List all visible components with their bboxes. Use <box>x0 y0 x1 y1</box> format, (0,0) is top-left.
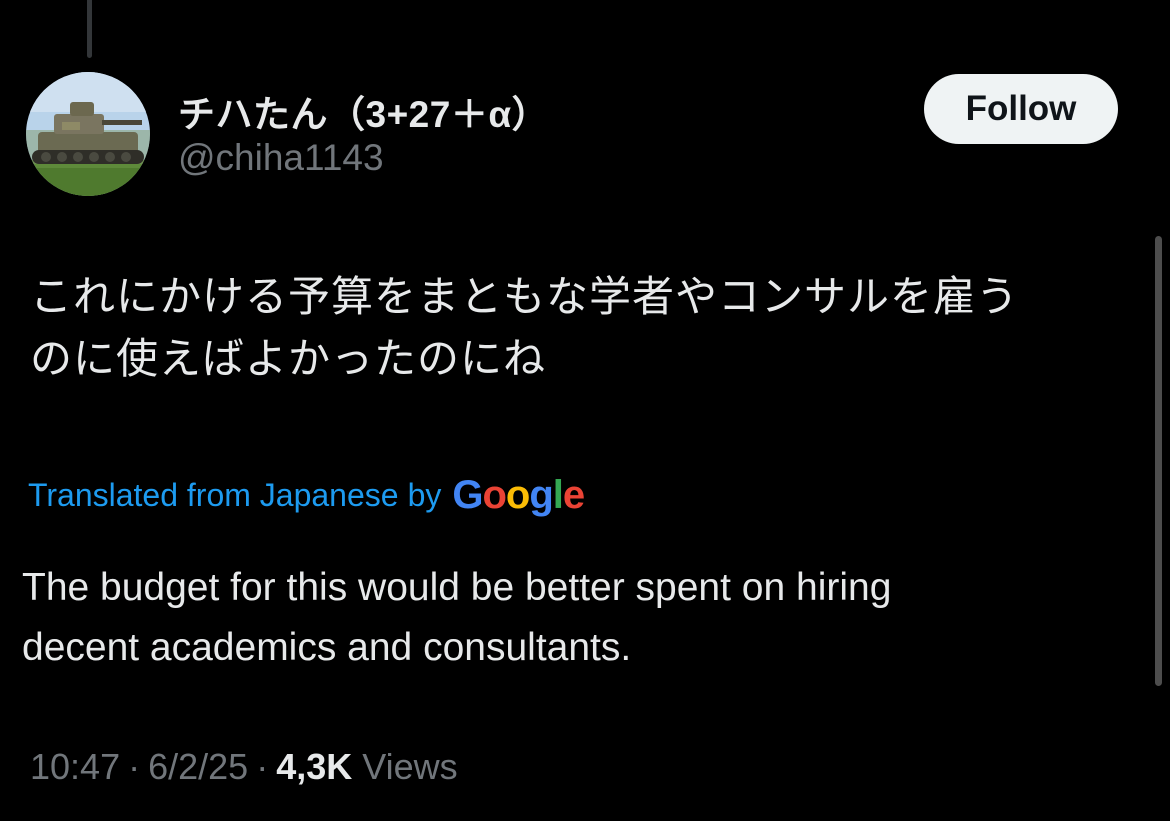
author-display-name[interactable]: チハたん（3+27＋α） <box>178 84 549 138</box>
google-logo-letter: e <box>562 472 585 517</box>
google-logo-letter: G <box>452 472 483 517</box>
google-logo-letter: o <box>482 472 506 517</box>
meta-separator: · <box>128 746 141 787</box>
tweet-date[interactable]: 6/2/25 <box>148 746 248 788</box>
google-logo-letter: o <box>505 472 530 517</box>
tweet-meta: 10:47 · 6/2/25 · 4,3K Views <box>30 740 458 794</box>
avatar[interactable] <box>26 72 150 196</box>
author-handle[interactable]: @chiha1143 <box>178 137 384 179</box>
translation-attribution: Translated from Japanese by Google <box>28 470 585 520</box>
google-logo-letter: l <box>552 472 564 517</box>
tweet-translation-line: The budget for this would be better spen… <box>22 566 892 609</box>
thread-connector-line <box>87 0 92 58</box>
meta-separator: · <box>256 746 269 787</box>
tweet-time[interactable]: 10:47 <box>30 746 120 788</box>
views-label: Views <box>362 746 458 787</box>
tweet-original-line: これにかける予算をまともな学者やコンサルを雇う <box>30 272 1020 321</box>
tweet-original-text: これにかける予算をまともな学者やコンサルを雇う のに使えばよかったのにね <box>30 266 1140 390</box>
tweet-translation-line: decent academics and consultants. <box>22 626 632 669</box>
translated-by-text: by <box>407 476 442 513</box>
tweet-original-line: のに使えばよかったのにね <box>30 334 547 383</box>
tweet-translation-text: The budget for this would be better spen… <box>22 558 1122 678</box>
follow-button[interactable]: Follow <box>924 74 1118 144</box>
scrollbar[interactable] <box>1155 236 1162 686</box>
translated-from-link[interactable]: Translated from Japanese <box>28 477 399 514</box>
tank-photo-avatar-icon <box>26 72 150 196</box>
views-count[interactable]: 4,3K <box>276 746 352 788</box>
google-logo-letter: g <box>529 472 553 517</box>
google-logo-icon: Google <box>452 472 585 518</box>
